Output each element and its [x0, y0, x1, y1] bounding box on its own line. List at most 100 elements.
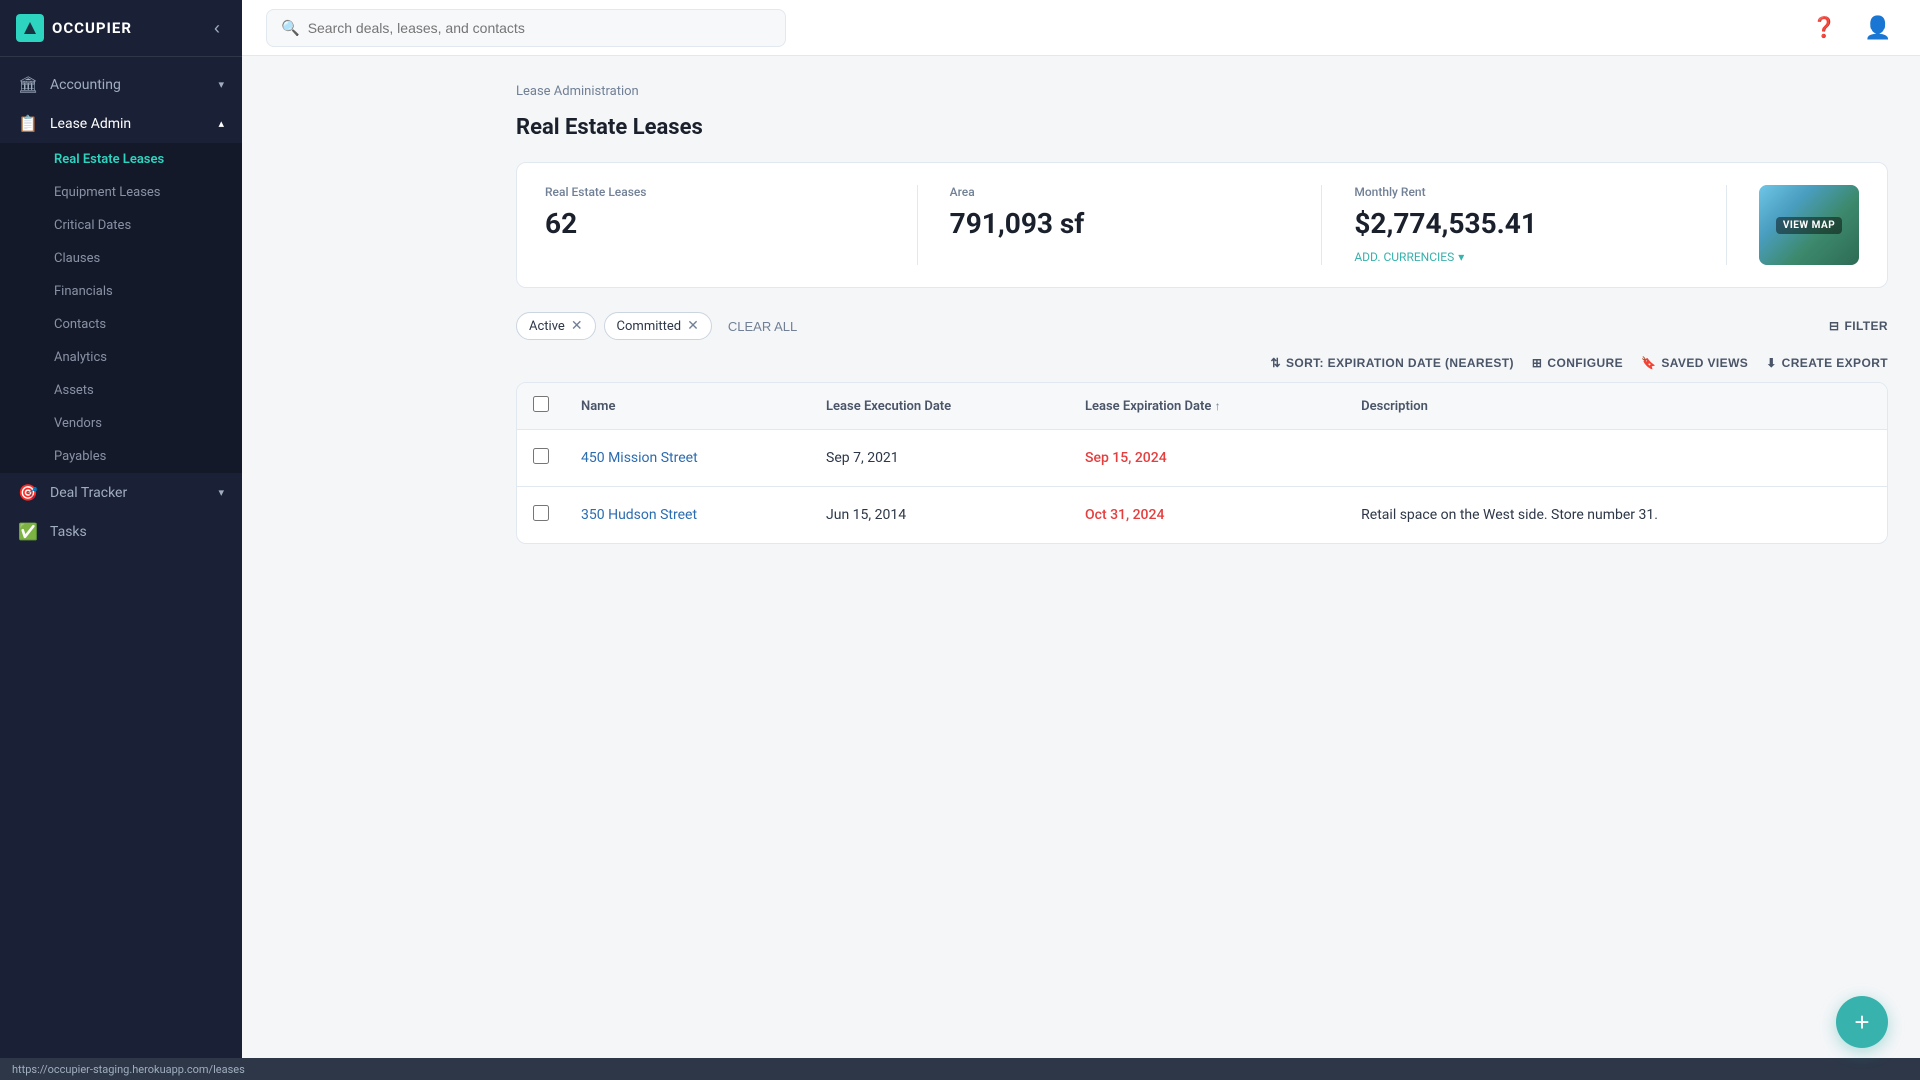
topbar-right: ❓ 👤 [1806, 10, 1896, 46]
expiration-sort-icon: ↑ [1215, 399, 1221, 413]
user-icon: 👤 [1864, 15, 1891, 41]
lease-table: Name Lease Execution Date Lease Expirati… [516, 382, 1888, 544]
user-button[interactable]: 👤 [1860, 10, 1896, 46]
stat-monthly-rent-label: Monthly Rent [1354, 185, 1694, 199]
clear-all-button[interactable]: CLEAR ALL [720, 314, 805, 339]
main-content: Lease Administration Real Estate Leases … [484, 56, 1920, 1080]
sidebar-item-vendors[interactable]: Vendors [0, 407, 242, 440]
sidebar-item-equipment-leases[interactable]: Equipment Leases [0, 176, 242, 209]
sidebar-item-assets[interactable]: Assets [0, 374, 242, 407]
sidebar-item-accounting-label: Accounting [50, 77, 206, 93]
filter-active-remove-button[interactable]: ✕ [571, 318, 583, 334]
filter-row: Active ✕ Committed ✕ CLEAR ALL ⊟ FILTER [516, 312, 1888, 340]
lease-admin-submenu: Real Estate Leases Equipment Leases Crit… [0, 143, 242, 473]
deal-tracker-arrow-icon: ▾ [218, 486, 224, 499]
configure-button[interactable]: ⊞ CONFIGURE [1532, 356, 1623, 370]
create-export-button[interactable]: ⬇ CREATE EXPORT [1766, 356, 1888, 370]
lease-admin-icon: 📋 [18, 114, 38, 133]
help-icon: ❓ [1812, 15, 1837, 40]
stat-leases: Real Estate Leases 62 [545, 185, 918, 265]
fab-add-button[interactable]: + [1836, 996, 1888, 1048]
filter-button[interactable]: ⊟ FILTER [1829, 319, 1888, 333]
search-bar[interactable]: 🔍 [266, 9, 786, 47]
statusbar: https://occupier-staging.herokuapp.com/l… [0, 1058, 1920, 1080]
stat-monthly-rent-value: $2,774,535.41 [1354, 207, 1694, 240]
row1-name[interactable]: 450 Mission Street [565, 430, 810, 487]
breadcrumb: Lease Administration [516, 84, 1888, 99]
row2-checkbox[interactable] [533, 505, 549, 521]
filter-tag-active: Active ✕ [516, 312, 596, 340]
table-header-row: Name Lease Execution Date Lease Expirati… [517, 383, 1887, 430]
col-description: Description [1345, 383, 1887, 430]
sidebar-item-real-estate-leases[interactable]: Real Estate Leases [0, 143, 242, 176]
help-button[interactable]: ❓ [1806, 10, 1842, 46]
topbar: 🔍 ❓ 👤 [242, 0, 1920, 56]
row1-description [1345, 430, 1887, 487]
view-map-label: VIEW MAP [1776, 217, 1842, 234]
sidebar-item-deal-tracker[interactable]: 🎯 Deal Tracker ▾ [0, 473, 242, 512]
chevron-down-icon: ▾ [1458, 250, 1464, 264]
search-icon: 🔍 [281, 19, 300, 37]
stat-area-value: 791,093 sf [950, 207, 1290, 240]
accounting-icon: 🏛 [18, 75, 38, 94]
sort-button-label: SORT: EXPIRATION DATE (NEAREST) [1286, 356, 1514, 370]
sidebar-header: OCCUPIER ‹ [0, 0, 242, 57]
stats-card: Real Estate Leases 62 Area 791,093 sf Mo… [516, 162, 1888, 288]
saved-views-button-label: SAVED VIEWS [1661, 356, 1748, 370]
table-row: 450 Mission Street Sep 7, 2021 Sep 15, 2… [517, 430, 1887, 487]
sidebar-item-financials[interactable]: Financials [0, 275, 242, 308]
select-all-col [517, 383, 565, 430]
statusbar-url: https://occupier-staging.herokuapp.com/l… [12, 1063, 245, 1076]
map-thumbnail[interactable]: VIEW MAP [1759, 185, 1859, 265]
stat-area: Area 791,093 sf [950, 185, 1323, 265]
col-expiration-date[interactable]: Lease Expiration Date ↑ [1069, 383, 1345, 430]
accounting-arrow-icon: ▾ [218, 78, 224, 91]
saved-views-button[interactable]: 🔖 SAVED VIEWS [1641, 356, 1748, 370]
col-execution-date[interactable]: Lease Execution Date [810, 383, 1069, 430]
sidebar-item-critical-dates[interactable]: Critical Dates [0, 209, 242, 242]
saved-views-icon: 🔖 [1641, 356, 1656, 370]
row1-checkbox[interactable] [533, 448, 549, 464]
search-input[interactable] [308, 20, 771, 36]
stat-monthly-rent: Monthly Rent $2,774,535.41 ADD. CURRENCI… [1354, 185, 1727, 265]
sidebar-nav: 🏛 Accounting ▾ 📋 Lease Admin ▴ Real Esta… [0, 57, 242, 1080]
row2-execution-date: Jun 15, 2014 [810, 487, 1069, 544]
lease-admin-arrow-icon: ▴ [218, 117, 224, 130]
sidebar-item-analytics[interactable]: Analytics [0, 341, 242, 374]
select-all-checkbox[interactable] [533, 396, 549, 412]
toolbar-row: ⇅ SORT: EXPIRATION DATE (NEAREST) ⊞ CONF… [516, 356, 1888, 370]
filter-icon: ⊟ [1829, 319, 1839, 333]
add-currencies-button[interactable]: ADD. CURRENCIES ▾ [1354, 250, 1694, 264]
row1-expiration-date: Sep 15, 2024 [1069, 430, 1345, 487]
sort-button[interactable]: ⇅ SORT: EXPIRATION DATE (NEAREST) [1270, 356, 1513, 370]
sidebar-item-contacts[interactable]: Contacts [0, 308, 242, 341]
configure-button-label: CONFIGURE [1547, 356, 1623, 370]
tasks-icon: ✅ [18, 522, 38, 541]
row2-checkbox-cell [517, 487, 565, 544]
logo-area: OCCUPIER [16, 14, 132, 42]
row1-checkbox-cell [517, 430, 565, 487]
sidebar-item-accounting[interactable]: 🏛 Accounting ▾ [0, 65, 242, 104]
sidebar-item-lease-admin[interactable]: 📋 Lease Admin ▴ [0, 104, 242, 143]
filter-committed-remove-button[interactable]: ✕ [687, 318, 699, 334]
filter-button-label: FILTER [1844, 319, 1888, 333]
stat-area-label: Area [950, 185, 1290, 199]
sidebar-item-payables[interactable]: Payables [0, 440, 242, 473]
sidebar-item-clauses[interactable]: Clauses [0, 242, 242, 275]
row2-name[interactable]: 350 Hudson Street [565, 487, 810, 544]
filter-committed-label: Committed [617, 319, 682, 334]
sidebar-item-tasks-label: Tasks [50, 524, 224, 540]
sidebar-item-tasks[interactable]: ✅ Tasks [0, 512, 242, 551]
stat-leases-label: Real Estate Leases [545, 185, 885, 199]
logo-icon [16, 14, 44, 42]
row1-execution-date: Sep 7, 2021 [810, 430, 1069, 487]
col-name[interactable]: Name [565, 383, 810, 430]
sidebar-collapse-button[interactable]: ‹ [208, 16, 226, 41]
sidebar: OCCUPIER ‹ 🏛 Accounting ▾ 📋 Lease Admin … [0, 0, 242, 1080]
sidebar-item-lease-admin-label: Lease Admin [50, 116, 206, 132]
row2-description: Retail space on the West side. Store num… [1345, 487, 1887, 544]
row2-expiration-date: Oct 31, 2024 [1069, 487, 1345, 544]
create-export-button-label: CREATE EXPORT [1782, 356, 1888, 370]
stat-leases-value: 62 [545, 207, 885, 240]
sort-icon: ⇅ [1270, 356, 1280, 370]
